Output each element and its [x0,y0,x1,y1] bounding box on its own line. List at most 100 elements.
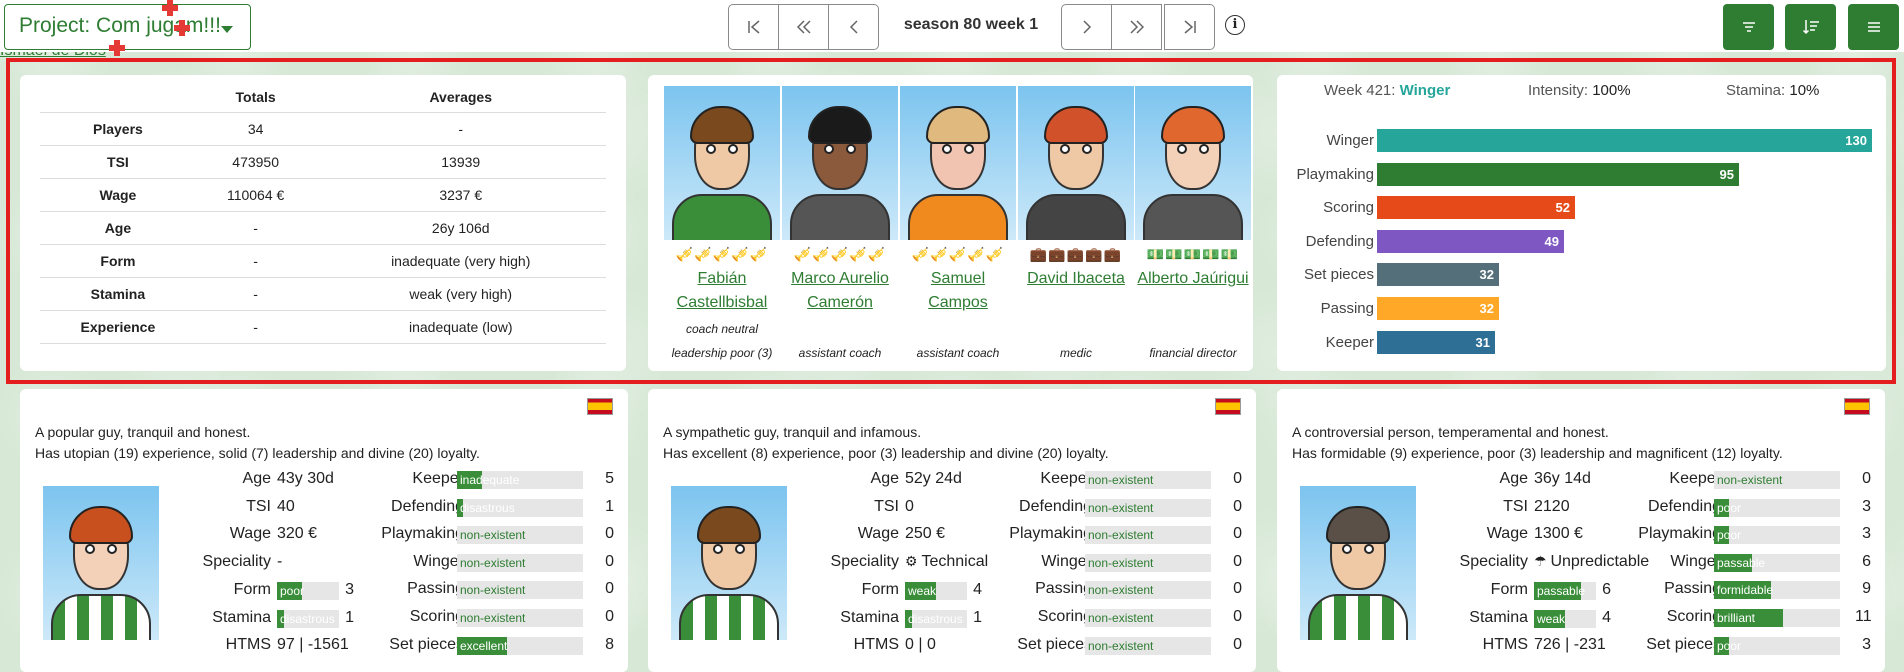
whistle-icon: 🎺🎺🎺🎺🎺 [793,246,887,262]
player-stat-text: 2120 [1534,497,1570,515]
staff-name-link[interactable]: Samuel Campos [900,267,1016,315]
staff-name-link[interactable]: David Ibaceta [1018,267,1134,315]
player-skill-bar: formidable [1714,581,1840,600]
sort-button[interactable] [1785,4,1836,50]
player-htms-label: HTMS [1482,636,1528,653]
player-skill-value: 0 [1862,470,1871,487]
summary-row: Wage 110064 €3237 € [40,178,606,212]
money-icon: 💵💵💵💵💵 [1146,246,1240,262]
staff-name-line: Marco Aurelio [791,270,889,287]
player-skill-label: Winger [413,552,464,570]
player-skill-level: poor [1717,638,1742,653]
player-attributes: Has utopian (19) experience, solid (7) l… [35,445,480,461]
player-skill-label: Keeper [412,470,464,487]
staff-role: assistant coach [782,317,898,365]
staff-member: 💵💵💵💵💵 Alberto Jaúrigui financial director [1135,86,1251,365]
player-htms-label: HTMS [853,636,899,653]
player-skill-bar: non-existent [1085,526,1211,545]
player-skill-label: Defending [391,497,464,515]
player-skill-bar: poor [1714,498,1840,517]
previous-week-button[interactable] [828,4,879,50]
summary-row-label: Wage [40,178,196,212]
caret-down-icon [221,26,233,33]
player-stat-text: 0 [905,497,914,515]
player-skill-bar: disastrous [457,498,583,517]
summary-row: Stamina - weak (very high) [40,277,606,311]
last-week-button[interactable] [1164,4,1215,50]
player-avatar [43,486,159,640]
player-form-label: Form [233,581,271,598]
rewind-button[interactable] [778,4,829,50]
staff-name-line: Campos [928,294,988,311]
first-week-button[interactable] [728,4,779,50]
summary-average: inadequate (low) [315,310,606,344]
player-skill-value: 6 [1862,552,1871,570]
player-skill-label: Set pieces [1017,635,1092,653]
staff-name-link[interactable]: Alberto Jaúrigui [1135,267,1251,315]
player-skill-bar: non-existent [1085,471,1211,489]
player-htms-label: HTMS [225,636,271,653]
player-stamina-label: Stamina [840,609,899,626]
staff-member: 💼💼💼💼💼 David Ibaceta medic [1018,86,1134,365]
player-stat-text: 36y 14d [1534,470,1591,487]
chart-bar: 49 [1377,229,1564,253]
summary-header-row: Totals Averages [40,82,606,113]
player-attributes: Has excellent (8) experience, poor (3) l… [663,445,1109,461]
player-personality: A popular guy, tranquil and honest. [35,424,251,440]
staff-role: financial director [1135,317,1251,365]
player-skill-level: passable [1717,555,1766,570]
player-stat-text: 43y 30d [277,470,334,487]
player-stat-text: 320 € [277,525,318,543]
chevron-right-icon [1082,20,1091,34]
player-stat-label: Speciality [202,552,271,570]
summary-row: Experience - inadequate (low) [40,310,606,344]
player-skill-bar: inadequate [457,471,583,489]
staff-name-line: Camerón [807,294,873,311]
player-skill-label: Set pieces [389,635,464,653]
summary-total: - [195,277,316,311]
next-week-button[interactable] [1061,4,1112,50]
player-skill-bar: non-existent [457,526,583,545]
player-skill-level: non-existent [1088,473,1154,487]
fast-forward-button[interactable] [1111,4,1162,50]
player-skill-label: Playmaking [381,525,464,543]
whistle-icon: 🎺🎺🎺🎺🎺 [675,246,769,262]
double-chevron-left-icon [796,20,811,34]
player-stat-label: Wage [857,525,899,543]
player-skill-value: 0 [1233,635,1242,653]
summary-row-label: Form [40,244,196,278]
player-stamina-label: Stamina [1469,609,1528,626]
staff-name-link[interactable]: Fabián Castellbisbal [664,267,780,315]
chart-category-label: Set pieces [1303,266,1374,284]
player-skill-label: Scoring [1666,608,1721,625]
staff-avatar [664,86,780,240]
player-avatar [671,486,787,640]
project-dropdown[interactable]: Project: Com jugam!!! [4,4,251,50]
player-skill-bar: non-existent [1085,553,1211,572]
unpredictable-icon: ☂ [1534,552,1551,569]
staff-name-link[interactable]: Marco Aurelio Camerón [782,267,898,315]
staff-name-line: Alberto Jaúrigui [1137,270,1249,287]
staff-name-line: Fabián [697,270,747,287]
player-skill-bar: poor [1714,636,1840,655]
player-stamina-bar: disastrous [905,610,967,628]
info-icon[interactable]: i [1225,15,1245,35]
player-skill-value: 3 [1862,525,1871,543]
training-week-label: Week 421: [1324,82,1396,99]
filter-button[interactable] [1723,4,1774,50]
chart-bar: 31 [1377,330,1495,354]
player-attributes: Has formidable (9) experience, poor (3) … [1292,445,1783,461]
skip-first-icon [747,20,759,34]
player-stat-text: 250 € [905,525,946,543]
menu-button[interactable] [1848,4,1899,50]
player-skill-bar: non-existent [1085,498,1211,517]
player-skill-level: non-existent [1717,473,1783,487]
summary-average: inadequate (very high) [315,244,606,278]
injury-cross-icon [108,40,125,56]
player-stamina-text: disastrous [908,612,963,626]
player-skill-label: Defending [1019,497,1092,515]
player-skill-level: poor [1717,528,1742,543]
staff-role: assistant coach [900,317,1016,365]
player-skill-value: 0 [605,525,614,543]
player-stamina-text: disastrous [280,612,335,626]
